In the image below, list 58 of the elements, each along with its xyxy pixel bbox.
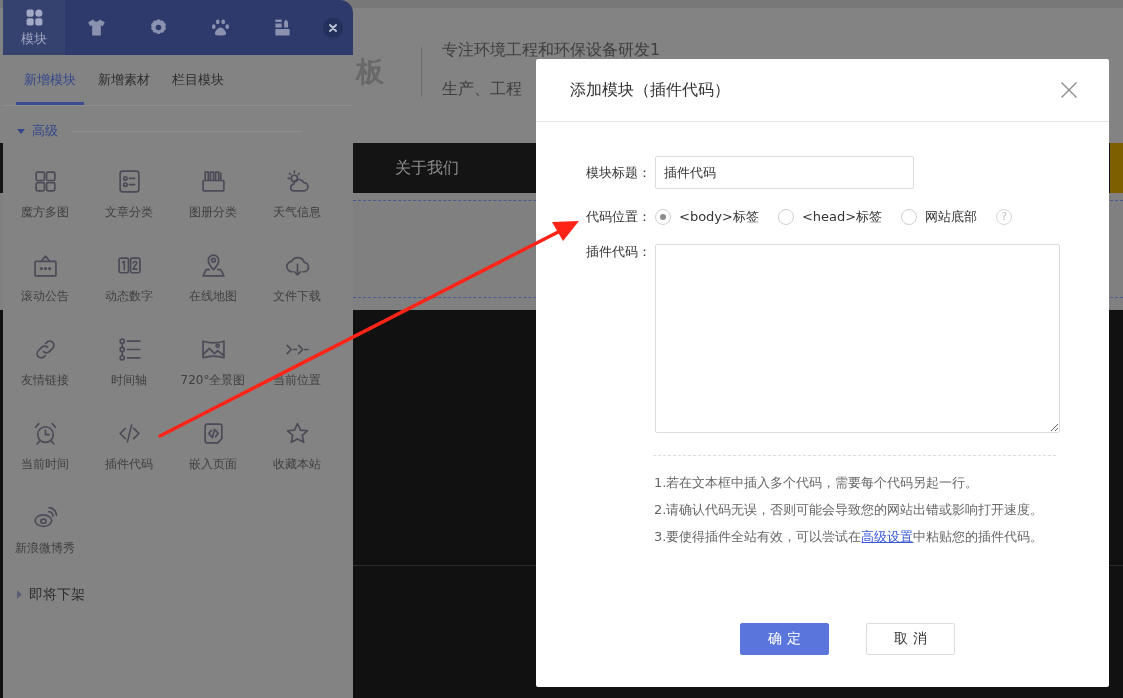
field-label: 插件代码： (586, 244, 652, 260)
timeline-icon (116, 337, 142, 362)
module-item[interactable]: 收藏本站 (273, 422, 321, 472)
map-pin-icon (200, 253, 226, 278)
nav-item[interactable]: 关于我们 (395, 157, 459, 179)
settings-link[interactable]: 高级设置 (861, 529, 914, 544)
field-label: 模块标题： (586, 164, 652, 181)
close-icon[interactable] (323, 17, 343, 38)
paw-icon (210, 18, 230, 37)
slogan-text: 生产、工程 (442, 80, 522, 98)
tab[interactable]: 新增素材 (90, 55, 158, 105)
dialog-title: 添加模块（插件代码） (570, 79, 730, 101)
grid-icon (32, 169, 58, 194)
module-item[interactable]: 720°全景图 (180, 338, 246, 388)
stack-icon (272, 18, 292, 37)
tab[interactable]: 新增模块 (16, 55, 84, 105)
module-item[interactable]: 时间轴 (111, 338, 147, 388)
eye-signal-icon (32, 505, 58, 530)
cancel-button[interactable]: 取 消 (866, 623, 955, 655)
module-item[interactable]: 友情链接 (21, 338, 69, 388)
module-item[interactable]: 插件代码 (105, 422, 153, 472)
alarm-clock-icon (32, 421, 58, 446)
module-item[interactable]: 天气信息 (273, 170, 321, 220)
note-text: 2.请确认代码无误，否则可能会导致您的网站出错或影响打开速度。 (654, 501, 1044, 519)
radio-option[interactable]: <head>标签 (777, 208, 883, 226)
text-input[interactable]: 插件代码 (655, 156, 914, 189)
gear-icon (148, 18, 168, 37)
tab[interactable]: 栏目模块 (164, 55, 232, 105)
radio-option[interactable]: 网站底部 (901, 208, 978, 226)
star-icon (284, 421, 310, 446)
panel-tab[interactable]: 模块 (3, 0, 65, 55)
module-item[interactable]: 在线地图 (189, 254, 237, 304)
sun-cloud-icon (284, 169, 310, 194)
module-item[interactable]: 动态数字 (105, 254, 153, 304)
radio-option[interactable]: <body>标签 (655, 208, 759, 226)
list-card-icon (116, 169, 142, 194)
note-text: 3.要使得插件全站有效，可以尝试在高级设置中粘贴您的插件代码。 (654, 528, 1044, 546)
module-item[interactable]: 文章分类 (105, 170, 153, 220)
module-item[interactable]: 魔方多图 (21, 170, 69, 220)
shirt-icon (86, 18, 106, 37)
module-item[interactable]: 图册分类 (189, 170, 237, 220)
grid-icon (24, 8, 44, 27)
section-toggle[interactable]: 高级 (17, 122, 58, 140)
section-toggle[interactable]: 即将下架 (17, 585, 85, 603)
module-item[interactable]: 当前时间 (21, 422, 69, 472)
module-item[interactable]: 嵌入页面 (189, 422, 237, 472)
note-text: 1.若在文本框中插入多个代码，需要每个代码另起一行。 (654, 474, 979, 492)
notice-board-icon (32, 253, 58, 278)
module-item[interactable]: 滚动公告 (21, 254, 69, 304)
field-label: 代码位置： (586, 209, 652, 225)
module-item[interactable]: 文件下载 (273, 254, 321, 304)
code-icon (116, 421, 142, 446)
landscape-image-icon (200, 337, 226, 362)
slogan-text: 专注环境工程和环保设备研发1 (442, 41, 661, 59)
module-item[interactable]: 新浪微博秀 (15, 506, 75, 556)
confirm-button[interactable]: 确 定 (740, 623, 829, 655)
close-icon[interactable] (1061, 82, 1077, 98)
album-icon (200, 169, 226, 194)
